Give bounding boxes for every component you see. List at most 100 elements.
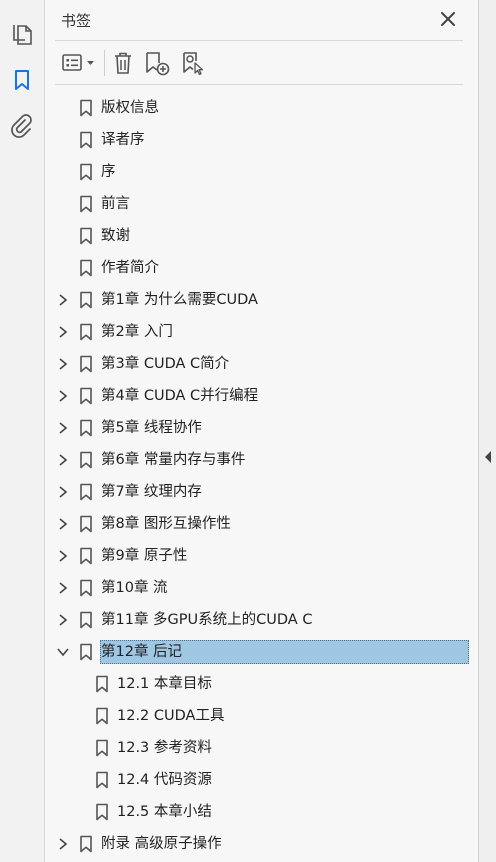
bookmark-icon bbox=[95, 739, 109, 757]
bookmark-label: 序 bbox=[101, 164, 116, 180]
bookmark-item[interactable]: 第10章 流 bbox=[45, 572, 478, 604]
chevron-right-icon[interactable] bbox=[55, 612, 71, 628]
bookmark-subitem[interactable]: 12.1 本章目标 bbox=[45, 668, 478, 700]
bookmark-label: 12.4 代码资源 bbox=[117, 772, 212, 788]
bookmark-icon bbox=[79, 579, 93, 597]
bookmark-icon bbox=[79, 387, 93, 405]
bookmark-icon bbox=[79, 643, 93, 661]
bookmark-label: 致谢 bbox=[101, 228, 130, 244]
bookmark-icon bbox=[95, 675, 109, 693]
bookmark-subitem[interactable]: 12.2 CUDA工具 bbox=[45, 700, 478, 732]
bookmark-item[interactable]: 译者序 bbox=[45, 124, 478, 156]
bookmark-label: 第12章 后记 bbox=[101, 644, 183, 660]
bookmark-item[interactable]: 第4章 CUDA C并行编程 bbox=[45, 380, 478, 412]
chevron-right-icon[interactable] bbox=[55, 548, 71, 564]
bookmark-label: 第7章 纹理内存 bbox=[101, 484, 202, 500]
bookmark-icon bbox=[95, 771, 109, 789]
chevron-right-icon[interactable] bbox=[55, 420, 71, 436]
bookmark-label: 第1章 为什么需要CUDA bbox=[101, 292, 258, 308]
bookmark-icon bbox=[79, 163, 93, 181]
delete-icon[interactable] bbox=[111, 48, 135, 78]
bookmark-icon bbox=[79, 451, 93, 469]
bookmark-item[interactable]: 第2章 入门 bbox=[45, 316, 478, 348]
bookmark-icon bbox=[79, 611, 93, 629]
attachment-icon[interactable] bbox=[8, 112, 36, 140]
bookmark-subitem[interactable]: 12.5 本章小结 bbox=[45, 796, 478, 828]
panel-splitter[interactable] bbox=[478, 0, 496, 862]
bookmark-item[interactable]: 前言 bbox=[45, 188, 478, 220]
bookmark-icon[interactable] bbox=[8, 66, 36, 94]
bookmark-label: 附录 高级原子操作 bbox=[101, 836, 222, 852]
bookmark-search-icon[interactable] bbox=[179, 48, 207, 78]
bookmark-label: 作者简介 bbox=[101, 260, 159, 276]
bookmark-subitem[interactable]: 12.4 代码资源 bbox=[45, 764, 478, 796]
bookmark-label: 版权信息 bbox=[101, 100, 159, 116]
bookmark-icon bbox=[79, 131, 93, 149]
bookmark-icon bbox=[79, 515, 93, 533]
bookmark-item[interactable]: 第11章 多GPU系统上的CUDA C bbox=[45, 604, 478, 636]
bookmarks-toolbar bbox=[55, 46, 463, 80]
bookmark-item[interactable]: 第1章 为什么需要CUDA bbox=[45, 284, 478, 316]
bookmark-label: 第6章 常量内存与事件 bbox=[101, 452, 246, 468]
bookmark-item[interactable]: 附录 高级原子操作 bbox=[45, 828, 478, 860]
bookmark-label: 12.5 本章小结 bbox=[117, 804, 212, 820]
bookmark-label: 第3章 CUDA C简介 bbox=[101, 356, 230, 372]
chevron-right-icon[interactable] bbox=[55, 356, 71, 372]
bookmark-icon bbox=[79, 99, 93, 117]
bookmark-item[interactable]: 第12章 后记 bbox=[45, 636, 478, 668]
divider bbox=[55, 40, 463, 41]
chevron-right-icon[interactable] bbox=[55, 324, 71, 340]
bookmark-item[interactable]: 序 bbox=[45, 156, 478, 188]
bookmark-item[interactable]: 致谢 bbox=[45, 220, 478, 252]
options-menu-icon[interactable] bbox=[59, 48, 99, 78]
bookmark-label: 第8章 图形互操作性 bbox=[101, 516, 231, 532]
bookmark-icon bbox=[95, 707, 109, 725]
bookmarks-panel: 书签 版权信息 译者序 序 前言 致谢 作者简介 第1章 为什么需要CUDA 第… bbox=[45, 0, 478, 862]
bookmark-label: 译者序 bbox=[101, 132, 145, 148]
navigation-rail bbox=[0, 0, 45, 862]
bookmark-item[interactable]: 第5章 线程协作 bbox=[45, 412, 478, 444]
divider bbox=[55, 84, 463, 85]
bookmark-item[interactable]: 第7章 纹理内存 bbox=[45, 476, 478, 508]
bookmark-item[interactable]: 第3章 CUDA C简介 bbox=[45, 348, 478, 380]
bookmark-icon bbox=[79, 547, 93, 565]
bookmark-icon bbox=[79, 355, 93, 373]
bookmark-icon bbox=[79, 419, 93, 437]
bookmark-icon bbox=[79, 483, 93, 501]
chevron-right-icon[interactable] bbox=[55, 292, 71, 308]
chevron-right-icon[interactable] bbox=[55, 388, 71, 404]
bookmark-icon bbox=[79, 835, 93, 853]
bookmark-icon bbox=[95, 803, 109, 821]
chevron-right-icon[interactable] bbox=[55, 452, 71, 468]
toolbar-separator bbox=[104, 50, 105, 76]
bookmark-subitem[interactable]: 12.3 参考资料 bbox=[45, 732, 478, 764]
new-bookmark-icon[interactable] bbox=[143, 48, 171, 78]
bookmark-item[interactable]: 第6章 常量内存与事件 bbox=[45, 444, 478, 476]
pages-icon[interactable] bbox=[8, 20, 36, 48]
chevron-down-icon[interactable] bbox=[55, 644, 71, 660]
bookmark-icon bbox=[79, 259, 93, 277]
bookmark-item[interactable]: 第9章 原子性 bbox=[45, 540, 478, 572]
close-icon[interactable] bbox=[437, 8, 459, 30]
bookmark-label: 前言 bbox=[101, 196, 130, 212]
bookmark-label: 第4章 CUDA C并行编程 bbox=[101, 388, 259, 404]
panel-title: 书签 bbox=[61, 12, 92, 30]
bookmark-icon bbox=[79, 291, 93, 309]
bookmark-icon bbox=[79, 227, 93, 245]
bookmark-label: 第5章 线程协作 bbox=[101, 420, 202, 436]
chevron-right-icon[interactable] bbox=[55, 516, 71, 532]
bookmark-label: 第2章 入门 bbox=[101, 324, 173, 340]
bookmark-label: 12.3 参考资料 bbox=[117, 740, 212, 756]
bookmark-item[interactable]: 作者简介 bbox=[45, 252, 478, 284]
collapse-arrow-icon[interactable] bbox=[484, 451, 492, 463]
bookmark-label: 第10章 流 bbox=[101, 580, 168, 596]
bookmark-label: 第11章 多GPU系统上的CUDA C bbox=[101, 612, 313, 628]
bookmark-icon bbox=[79, 323, 93, 341]
chevron-right-icon[interactable] bbox=[55, 484, 71, 500]
bookmark-item[interactable]: 第8章 图形互操作性 bbox=[45, 508, 478, 540]
chevron-right-icon[interactable] bbox=[55, 580, 71, 596]
bookmark-label: 第9章 原子性 bbox=[101, 548, 188, 564]
chevron-right-icon[interactable] bbox=[55, 836, 71, 852]
bookmark-item[interactable]: 版权信息 bbox=[45, 92, 478, 124]
bookmark-label: 12.2 CUDA工具 bbox=[117, 708, 225, 724]
